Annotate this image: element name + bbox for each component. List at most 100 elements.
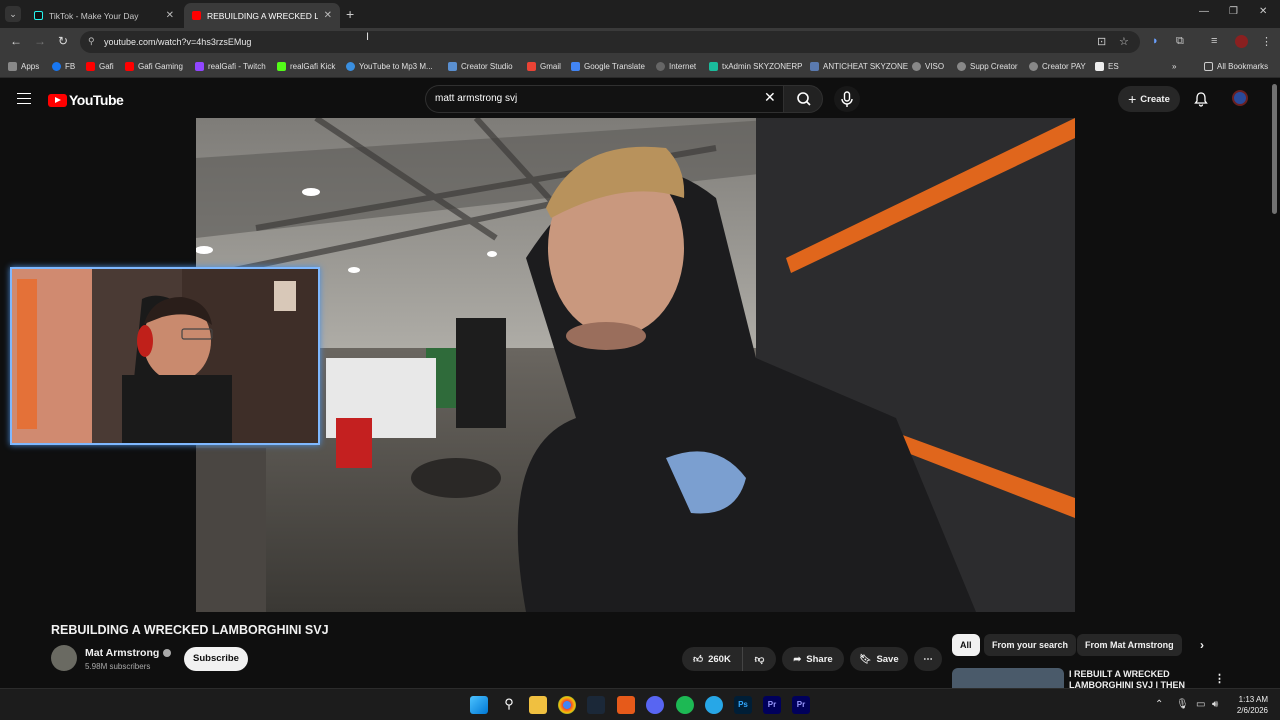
search-button[interactable] [783,85,823,113]
bell-icon [1194,92,1208,107]
chevron-right-icon[interactable]: › [1192,634,1212,656]
create-button[interactable]: + Create [1118,86,1180,112]
bookmark-item[interactable]: FB [52,62,75,71]
browser-toolbar: ← → ↻ ⚲ youtube.com/watch?v=4hs3rzsEMug … [0,28,1280,56]
bookmark-item[interactable]: realGafi Kick [277,62,335,71]
telegram-icon[interactable] [705,696,723,714]
profile-avatar[interactable] [1235,35,1248,48]
spotify-icon[interactable] [676,696,694,714]
chip-from-your-search[interactable]: From your search [984,634,1077,656]
bookmark-item[interactable]: Apps [8,62,39,71]
reload-button[interactable]: ↻ [58,34,68,48]
close-window-button[interactable]: ✕ [1259,6,1267,17]
search-input-container[interactable] [425,85,783,113]
tab-youtube[interactable]: REBUILDING A WRECKED LAMBORGHINI SVJ ✕ [184,3,340,28]
media-control-icon[interactable]: ≡ [1211,35,1217,47]
thumbs-up-icon: 👍︎ [693,654,704,665]
page-scrollbar[interactable] [1272,84,1277,214]
clear-search-icon[interactable]: ✕ [764,89,776,106]
more-actions-button[interactable]: ⋯ [914,647,942,671]
notifications-button[interactable] [1193,91,1209,112]
file-explorer-icon[interactable] [529,696,547,714]
bookmarks-overflow-icon[interactable]: » [1172,62,1176,71]
subscribe-button[interactable]: Subscribe [184,647,248,671]
site-info-icon[interactable]: ⚲ [88,36,95,47]
tab-tiktok[interactable]: TikTok - Make Your Day ✕ [26,3,182,28]
volume-icon[interactable]: 🔊︎ [1212,699,1218,710]
bookmark-item[interactable]: Creator PAY [1029,62,1086,71]
youtube-play-icon [48,93,67,107]
bookmark-item[interactable]: VISO [912,62,944,71]
recommended-title[interactable]: I REBUILT A WRECKED LAMBORGHINI SVJ | TH… [1069,669,1204,689]
bookmark-item[interactable]: ES [1095,62,1119,71]
bookmark-item[interactable]: YouTube to Mp3 M... [346,62,433,71]
account-avatar[interactable] [1232,90,1248,106]
chip-from-channel[interactable]: From Mat Armstrong [1077,634,1182,656]
bookmark-item[interactable]: Supp Creator [957,62,1018,71]
video-info-section: REBUILDING A WRECKED LAMBORGHINI SVJ Mat… [0,612,1280,690]
bookmark-item[interactable]: Gafi Gaming [125,62,183,71]
all-bookmarks-button[interactable]: All Bookmarks [1204,62,1268,71]
tray-overflow-icon[interactable]: ⌃ [1155,699,1163,710]
close-tab-icon[interactable]: ✕ [324,10,332,21]
bookmark-item[interactable]: txAdmin SKYZONERP [709,62,802,71]
bookmark-item[interactable]: Google Translate [571,62,645,71]
search-icon[interactable]: ⚲ [500,696,518,714]
video-player[interactable] [196,118,1075,612]
search-input[interactable] [435,93,735,104]
start-menu-icon[interactable] [470,696,488,714]
back-button[interactable]: ← [10,34,22,48]
steam-icon[interactable] [587,696,605,714]
browser-tab-bar: ⌄ TikTok - Make Your Day ✕ REBUILDING A … [0,0,1280,28]
microphone-tray-icon[interactable]: 🎙︎ [1176,699,1189,710]
app-icon[interactable] [617,696,635,714]
close-tab-icon[interactable]: ✕ [166,10,174,21]
restore-button[interactable]: ❐ [1229,6,1238,17]
save-button[interactable]: 🔖︎ Save [850,647,908,671]
dislike-button[interactable]: 👎︎ [742,647,776,671]
youtube-logo[interactable]: YouTube [48,92,124,108]
menu-icon[interactable] [17,93,31,104]
bookmark-item[interactable]: Creator Studio [448,62,513,71]
like-button[interactable]: 👍︎ 260K [682,647,742,671]
premiere-icon[interactable]: Pr [792,696,810,714]
chip-all[interactable]: All [952,634,980,656]
extensions-puzzle-icon[interactable]: ⧉ [1176,35,1184,48]
bookmark-item[interactable]: ANTICHEAT SKYZONE [810,62,908,71]
install-app-icon[interactable]: ⊡ [1097,35,1106,48]
bookmark-item[interactable]: Gmail [527,62,561,71]
extension-icon[interactable]: ◗ [1152,35,1159,47]
bookmark-item[interactable]: Internet [656,62,696,71]
forward-button[interactable]: → [34,34,46,48]
channel-name[interactable]: Mat Armstrong [85,647,172,659]
search-icon [797,92,811,106]
system-clock[interactable]: 1:13 AM 2/6/2026 [1226,694,1268,716]
new-tab-button[interactable]: + [346,6,354,22]
recommended-more-icon[interactable]: ⋮ [1206,668,1233,690]
address-bar[interactable]: ⚲ youtube.com/watch?v=4hs3rzsEMug [80,31,1140,53]
microphone-icon [841,91,853,107]
recommended-thumbnail[interactable] [952,668,1064,690]
tab-search-button[interactable]: ⌄ [5,6,21,22]
share-icon: ➦ [793,653,802,665]
premiere-icon[interactable]: Pr [763,696,781,714]
webcam-overlay [10,267,320,445]
video-title: REBUILDING A WRECKED LAMBORGHINI SVJ [51,623,329,637]
network-icon[interactable]: ▭ [1196,699,1205,710]
voice-search-button[interactable] [834,86,860,112]
bookmark-icon: 🔖︎ [859,653,872,665]
thumbs-down-icon: 👎︎ [754,654,765,665]
tab-title: TikTok - Make Your Day [49,10,139,21]
bookmark-item[interactable]: realGafi - Twitch [195,62,266,71]
photoshop-icon[interactable]: Ps [734,696,752,714]
share-button[interactable]: ➦ Share [782,647,844,671]
chrome-icon[interactable] [558,696,576,714]
windows-taskbar: ⚲ Ps Pr Pr ⌃ 🎙︎ ▭ 🔊︎ 1:13 AM 2/6/2026 [0,688,1280,720]
bookmark-item[interactable]: Gafi [86,62,114,71]
discord-icon[interactable] [646,696,664,714]
bookmark-star-icon[interactable]: ☆ [1119,35,1129,48]
minimize-button[interactable]: — [1199,6,1209,17]
channel-avatar[interactable] [51,645,77,671]
menu-kebab-icon[interactable]: ⋮ [1261,35,1272,48]
subscriber-count: 5.98M subscribers [85,662,151,671]
